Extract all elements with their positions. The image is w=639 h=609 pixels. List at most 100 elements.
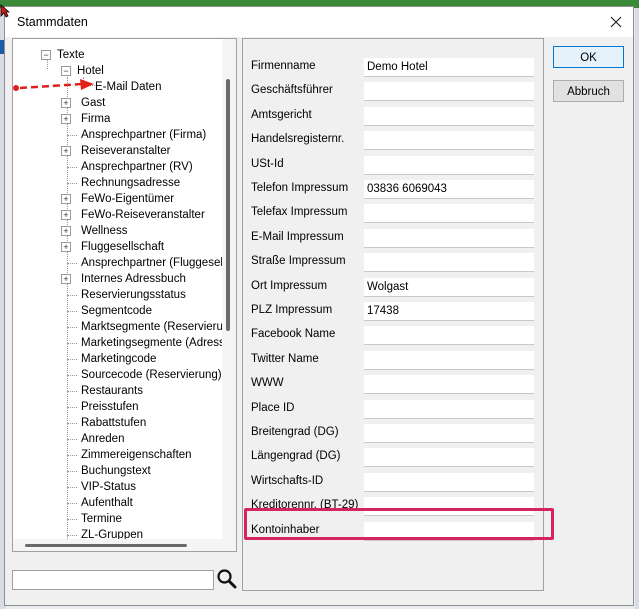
category-tree[interactable]: − Texte − Hotel E-Mail Daten + Gast + Firma…: [12, 38, 237, 552]
field-input[interactable]: [364, 204, 534, 223]
tree-item-label: Sourcecode (Reservierung): [81, 369, 222, 381]
field-input[interactable]: [364, 424, 534, 443]
tree-item[interactable]: Reservierungsstatus: [61, 287, 186, 303]
tree-item-label: Reservierungsstatus: [81, 289, 186, 301]
tree-item-label: Segmentcode: [81, 305, 152, 317]
tree-item-label: Gast: [81, 97, 106, 109]
field-input[interactable]: [364, 302, 534, 321]
collapse-icon[interactable]: −: [41, 50, 51, 60]
field-label: Geschäftsführer: [251, 84, 333, 96]
tree-item[interactable]: + FeWo-Reiseveranstalter: [61, 207, 205, 223]
tree-connector: [67, 519, 77, 520]
field-input[interactable]: [364, 400, 534, 419]
tree-item-label: Ansprechpartner (Fluggesellsc: [81, 257, 237, 269]
tree-item[interactable]: Termine: [61, 511, 122, 527]
tree-item-label: VIP-Status: [81, 481, 136, 493]
tree-connector: [67, 327, 77, 328]
tree-item-label: Zimmereigenschaften: [81, 449, 192, 461]
field-input[interactable]: [364, 326, 534, 345]
tree-item-label: Internes Adressbuch: [81, 273, 186, 285]
tree-item-label: Wellness: [81, 225, 128, 237]
close-icon: [610, 16, 622, 28]
expand-icon[interactable]: +: [61, 242, 71, 252]
tree-item[interactable]: + Reiseveranstalter: [61, 143, 170, 159]
field-input[interactable]: [364, 473, 534, 492]
tree-item[interactable]: Buchungstext: [61, 463, 151, 479]
tree-item-hotel[interactable]: − Hotel: [61, 63, 104, 79]
expand-icon[interactable]: +: [61, 194, 71, 204]
tree-item-label: Reiseveranstalter: [81, 145, 171, 157]
tree-vertical-scrollbar[interactable]: [222, 39, 236, 551]
expand-icon[interactable]: +: [61, 274, 71, 284]
field-input[interactable]: [364, 375, 534, 394]
scrollbar-thumb[interactable]: [25, 544, 187, 547]
tree-item[interactable]: Sourcecode (Reservierung): [61, 367, 222, 383]
field-input[interactable]: [364, 58, 534, 77]
tree-item[interactable]: Preisstufen: [61, 399, 139, 415]
tree-item[interactable]: + FeWo-Eigentümer: [61, 191, 174, 207]
tree-item-label: Texte: [57, 49, 85, 61]
window-title: Stammdaten: [17, 15, 88, 29]
expand-icon[interactable]: +: [61, 146, 71, 156]
field-input[interactable]: [364, 131, 534, 150]
tree-item[interactable]: + Gast: [61, 95, 105, 111]
tree-item[interactable]: Rechnungsadresse: [61, 175, 180, 191]
tree-item-label: Marktsegmente (Reservierung: [81, 321, 236, 333]
field-input[interactable]: [364, 107, 534, 126]
collapse-icon[interactable]: −: [61, 66, 71, 76]
tree-item[interactable]: Marketingcode: [61, 351, 156, 367]
field-input[interactable]: [364, 180, 534, 199]
field-input[interactable]: [364, 278, 534, 297]
tree-item[interactable]: Marketingsegmente (Adresse): [61, 335, 235, 351]
tree-horizontal-scrollbar[interactable]: [13, 539, 222, 551]
tree-item[interactable]: Anreden: [61, 431, 124, 447]
close-button[interactable]: [605, 11, 627, 33]
tree-item[interactable]: Ansprechpartner (Firma): [61, 127, 206, 143]
tree-item-label: FeWo-Eigentümer: [81, 193, 175, 205]
tree-item[interactable]: Segmentcode: [61, 303, 152, 319]
tree-item[interactable]: + Fluggesellschaft: [61, 239, 164, 255]
field-input[interactable]: [364, 253, 534, 272]
field-input[interactable]: [364, 351, 534, 370]
tree-item[interactable]: Ansprechpartner (Fluggesellsc: [61, 255, 237, 271]
tree-item-label: Marketingsegmente (Adresse): [81, 337, 236, 349]
tree-item-label: Ansprechpartner (Firma): [81, 129, 207, 141]
scrollbar-thumb[interactable]: [226, 79, 230, 331]
field-input[interactable]: [364, 82, 534, 101]
expand-icon[interactable]: +: [61, 210, 71, 220]
field-label: USt-Id: [251, 158, 284, 170]
tree-connector: [67, 407, 77, 408]
tree-item[interactable]: Zimmereigenschaften: [61, 447, 192, 463]
tree-item[interactable]: Rabattstufen: [61, 415, 146, 431]
field-label: Ort Impressum: [251, 280, 328, 292]
tree-search-input[interactable]: [12, 570, 214, 590]
tree-item[interactable]: Ansprechpartner (RV): [61, 159, 193, 175]
tree-item-label: Preisstufen: [81, 401, 139, 413]
field-label: Twitter Name: [251, 353, 319, 365]
tree-item[interactable]: Restaurants: [61, 383, 143, 399]
tree-item-texte[interactable]: − Texte: [41, 47, 85, 63]
tree-item[interactable]: Aufenthalt: [61, 495, 133, 511]
expand-icon[interactable]: +: [61, 226, 71, 236]
tree-connector: [67, 295, 77, 296]
expand-icon[interactable]: +: [61, 114, 71, 124]
title-bar: Stammdaten: [5, 7, 633, 37]
field-label: Facebook Name: [251, 328, 336, 340]
tree-item-email-daten[interactable]: E-Mail Daten: [95, 79, 161, 95]
tree-item[interactable]: + Wellness: [61, 223, 127, 239]
field-input[interactable]: [364, 229, 534, 248]
ok-button[interactable]: OK: [553, 46, 624, 68]
expand-icon[interactable]: +: [61, 98, 71, 108]
tree-connector: [67, 311, 77, 312]
field-input[interactable]: [364, 448, 534, 467]
tree-item[interactable]: VIP-Status: [61, 479, 136, 495]
tree-item[interactable]: + Internes Adressbuch: [61, 271, 186, 287]
tree-connector: [67, 183, 77, 184]
tree-item[interactable]: Marktsegmente (Reservierung: [61, 319, 236, 335]
field-input[interactable]: [364, 156, 534, 175]
tree-item[interactable]: + Firma: [61, 111, 110, 127]
tree-connector: [67, 343, 77, 344]
search-icon[interactable]: [216, 568, 238, 590]
cancel-button[interactable]: Abbruch: [553, 80, 624, 102]
annotation-arrow-icon: [13, 79, 94, 91]
